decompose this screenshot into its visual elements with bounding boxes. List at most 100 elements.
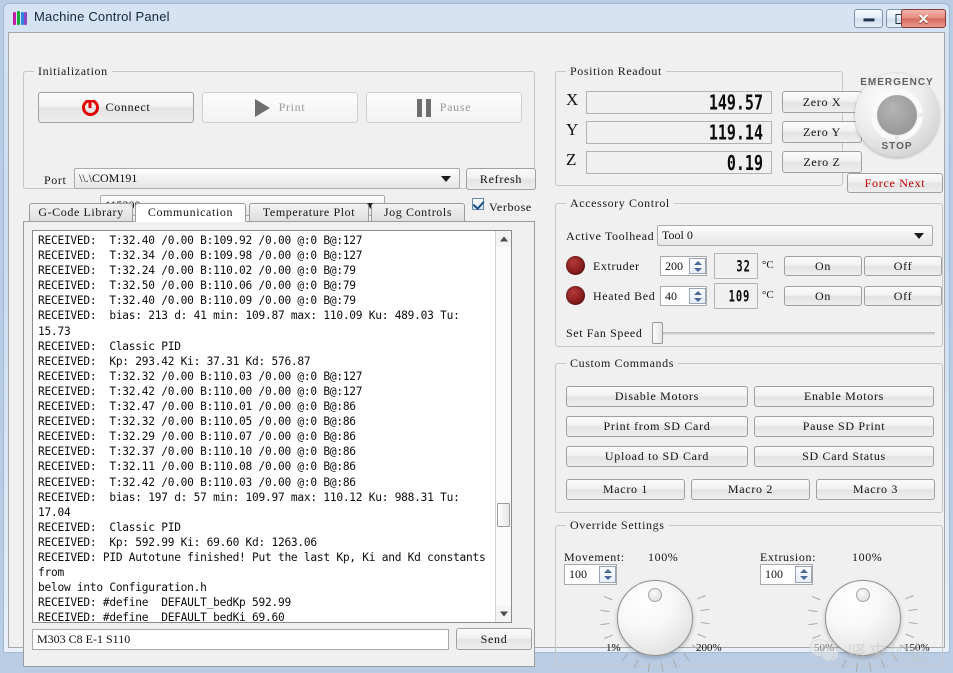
close-icon: ✕	[918, 12, 930, 26]
heated-bed-current-temp-value: 109	[729, 287, 751, 306]
connect-button[interactable]: Connect	[38, 92, 194, 123]
extruder-target-value: 200	[665, 259, 683, 274]
heated-bed-on-button[interactable]: On	[784, 286, 862, 306]
wechat-icon	[809, 639, 841, 663]
heated-bed-target-stepper[interactable]	[689, 288, 706, 304]
connect-label: Connect	[106, 100, 151, 115]
emergency-stop-top-label: EMERGENCY	[855, 77, 939, 88]
position-readout-group: Position Readout X 149.57 Zero X Y 119.1…	[555, 71, 843, 186]
active-toolhead-select[interactable]: Tool 0	[657, 225, 933, 246]
heated-bed-off-button[interactable]: Off	[864, 286, 942, 306]
pause-label: Pause	[440, 100, 472, 115]
custom-commands-group: Custom Commands Disable Motors Enable Mo…	[555, 363, 943, 513]
print-button[interactable]: Print	[202, 92, 358, 123]
pause-sd-print-button[interactable]: Pause SD Print	[754, 416, 934, 437]
scroll-up-icon[interactable]	[496, 231, 512, 247]
extrusion-input[interactable]: 100	[760, 564, 813, 585]
movement-knob[interactable]	[617, 580, 693, 656]
extruder-current-temp-value: 32	[736, 257, 750, 276]
chevron-down-icon	[441, 176, 451, 182]
macro-2-button[interactable]: Macro 2	[691, 479, 810, 500]
play-icon	[255, 99, 270, 117]
chevron-down-icon	[914, 233, 924, 239]
heated-bed-status-led	[566, 286, 585, 305]
movement-knob-indicator	[648, 588, 662, 602]
extrusion-knob-indicator	[856, 588, 870, 602]
accessory-control-title: Accessory Control	[566, 196, 674, 211]
client-area: Initialization Connect Print Pause Port …	[8, 32, 945, 648]
extruder-off-button[interactable]: Off	[864, 256, 942, 276]
power-icon	[82, 99, 99, 116]
close-button[interactable]: ✕	[901, 9, 946, 28]
heated-bed-target-value: 40	[665, 289, 677, 304]
upload-to-sd-card-button[interactable]: Upload to SD Card	[566, 446, 748, 467]
zero-z-button[interactable]: Zero Z	[782, 151, 862, 173]
position-field-x: 149.57	[586, 91, 772, 114]
command-input[interactable]: M303 C8 E-1 S110	[32, 629, 449, 650]
communication-log-text: RECEIVED: T:32.40 /0.00 B:109.92 /0.00 @…	[38, 233, 493, 623]
extruder-unit-label: °C	[762, 259, 774, 271]
window-title: Machine Control Panel	[34, 9, 170, 24]
position-value-z: 0.19	[727, 150, 763, 174]
minimize-button[interactable]	[854, 9, 883, 28]
axis-label-z: Z	[566, 150, 576, 170]
scroll-down-icon[interactable]	[496, 606, 512, 622]
force-next-button[interactable]: Force Next	[847, 173, 943, 193]
position-field-z: 0.19	[586, 151, 772, 174]
send-button[interactable]: Send	[456, 628, 532, 650]
enable-motors-button[interactable]: Enable Motors	[754, 386, 934, 407]
movement-max-label: 200%	[696, 642, 722, 654]
watermark-text: 贤来如此	[847, 637, 931, 666]
scrollbar-thumb[interactable]	[497, 503, 510, 527]
override-settings-title: Override Settings	[566, 518, 669, 533]
initialization-group: Initialization Connect Print Pause Port …	[23, 71, 535, 189]
heated-bed-target-input[interactable]: 40	[660, 286, 707, 306]
movement-min-label: 1%	[606, 642, 621, 654]
print-label: Print	[279, 100, 306, 115]
pause-button[interactable]: Pause	[366, 92, 522, 123]
heated-bed-current-temp-display: 109	[714, 283, 758, 309]
extrusion-value: 100	[765, 567, 783, 582]
axis-label-x: X	[566, 90, 578, 110]
initialization-title: Initialization	[34, 64, 112, 79]
extruder-target-input[interactable]: 200	[660, 256, 707, 276]
extruder-target-stepper[interactable]	[689, 258, 706, 274]
fan-speed-slider-track[interactable]	[653, 332, 935, 335]
extruder-current-temp-display: 32	[714, 253, 758, 279]
wechat-watermark: 贤来如此	[809, 633, 949, 673]
extruder-on-button[interactable]: On	[784, 256, 862, 276]
position-field-y: 119.14	[586, 121, 772, 144]
axis-label-y: Y	[566, 120, 578, 140]
refresh-button[interactable]: Refresh	[466, 168, 536, 190]
active-toolhead-value: Tool 0	[662, 228, 693, 243]
zero-x-button[interactable]: Zero X	[782, 91, 862, 113]
zero-y-button[interactable]: Zero Y	[782, 121, 862, 143]
emergency-stop-bottom-label: STOP	[855, 141, 939, 152]
log-scrollbar[interactable]	[495, 231, 511, 622]
port-select[interactable]: \\.\COM191	[74, 168, 460, 189]
tab-temperature-plot[interactable]: Temperature Plot	[249, 203, 369, 221]
port-value: \\.\COM191	[79, 171, 137, 186]
heated-bed-unit-label: °C	[762, 289, 774, 301]
title-bar: Machine Control Panel ✕	[4, 4, 949, 32]
tab-communication[interactable]: Communication	[135, 203, 246, 222]
emergency-stop-button[interactable]: EMERGENCY STOP	[855, 73, 939, 157]
tab-strip: G-Code Library Communication Temperature…	[23, 203, 535, 221]
tab-gcode-library[interactable]: G-Code Library	[29, 203, 133, 221]
disable-motors-button[interactable]: Disable Motors	[566, 386, 748, 407]
macro-1-button[interactable]: Macro 1	[566, 479, 685, 500]
communication-log[interactable]: RECEIVED: T:32.40 /0.00 B:109.92 /0.00 @…	[32, 230, 512, 623]
port-label: Port	[44, 173, 66, 188]
fan-speed-label: Set Fan Speed	[566, 326, 642, 341]
extruder-label: Extruder	[593, 259, 640, 274]
fan-speed-slider-thumb[interactable]	[652, 322, 663, 344]
pause-icon	[417, 99, 431, 117]
print-from-sd-card-button[interactable]: Print from SD Card	[566, 416, 748, 437]
tab-jog-controls[interactable]: Jog Controls	[371, 203, 465, 221]
macro-3-button[interactable]: Macro 3	[816, 479, 935, 500]
heated-bed-label: Heated Bed	[593, 289, 655, 304]
sd-card-status-button[interactable]: SD Card Status	[754, 446, 934, 467]
app-window: Machine Control Panel ✕ Initialization C…	[3, 3, 950, 653]
custom-commands-title: Custom Commands	[566, 356, 678, 371]
position-value-y: 119.14	[709, 120, 763, 144]
